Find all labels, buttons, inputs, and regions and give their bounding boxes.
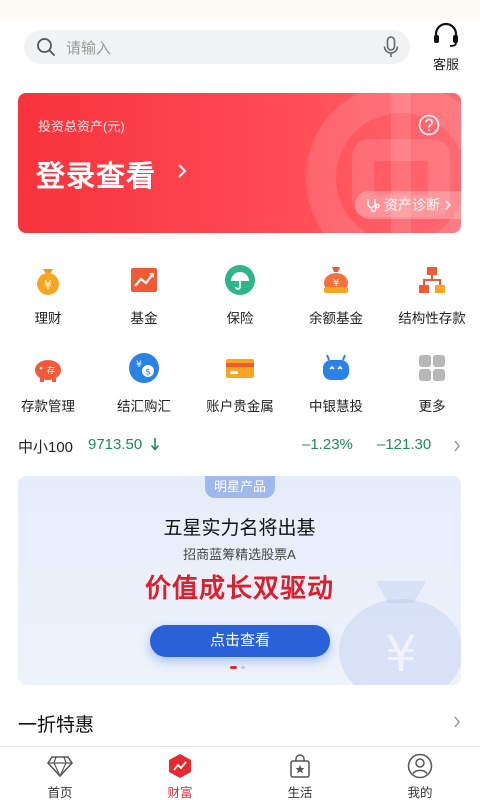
wealth-icon <box>169 754 191 778</box>
money-bag-icon: ¥ <box>37 269 59 295</box>
tab-home[interactable]: 首页 <box>0 747 120 800</box>
trend-chart-icon <box>131 268 157 292</box>
service-grid-row: 存 存款管理 ¥ $ 结汇购汇 账户贵金属 中银慧投 更多 <box>0 351 480 439</box>
grid-item-smart-investment[interactable]: 中银慧投 <box>288 351 384 439</box>
chevron-right-icon <box>178 164 187 178</box>
grid-item-insurance[interactable]: 保险 <box>192 263 288 351</box>
grid-item-label: 结汇购汇 <box>117 399 171 414</box>
index-change-value: –121.30 <box>377 436 432 453</box>
grid-item-label: 中银慧投 <box>309 399 363 414</box>
coin-bag-icon: ¥ <box>324 267 348 293</box>
index-value: 9713.50 <box>88 436 143 453</box>
banner-headline: 价值成长双驱动 <box>144 573 334 603</box>
user-icon <box>407 753 433 779</box>
grid-item-currency-exchange[interactable]: ¥ $ 结汇购汇 <box>96 351 192 439</box>
asset-card[interactable]: 投资总资产(元) 登录查看 资产诊断 <box>18 93 461 233</box>
carousel-indicator <box>230 666 250 670</box>
svg-text:¥: ¥ <box>136 360 142 370</box>
grid-item-precious-metals[interactable]: 账户贵金属 <box>192 351 288 439</box>
grid-item-label: 保险 <box>226 311 254 326</box>
tab-mine[interactable]: 我的 <box>360 747 480 800</box>
grid-item-label: 存款管理 <box>21 399 75 414</box>
svg-text:¥: ¥ <box>44 278 52 292</box>
tab-label: 首页 <box>47 786 73 800</box>
grid-item-structured-deposit[interactable]: 结构性存款 <box>384 263 480 351</box>
view-now-button[interactable]: 点击查看 <box>150 625 330 657</box>
stethoscope-icon <box>367 199 380 213</box>
grid-item-label: 基金 <box>130 311 158 326</box>
grid-item-more[interactable]: 更多 <box>384 351 480 439</box>
chevron-right-icon <box>454 440 460 452</box>
umbrella-icon <box>225 265 255 295</box>
svg-text:¥: ¥ <box>385 625 417 683</box>
currency-exchange-icon: ¥ $ <box>129 353 159 383</box>
diamond-icon <box>47 756 73 778</box>
search-placeholder: 请输入 <box>66 39 112 57</box>
index-name: 中小100 <box>18 439 74 456</box>
service-grid: ¥ 理财 基金 保险 ¥ 余额基金 结构性存款 存 存款管理 ¥ $ 结汇购汇 … <box>0 263 480 439</box>
asset-card-subtitle: 投资总资产(元) <box>38 119 125 134</box>
bottom-tab-bar: 首页 财富 生活 我的 <box>0 746 480 800</box>
tab-life[interactable]: 生活 <box>240 747 360 800</box>
tab-wealth[interactable]: 财富 <box>120 747 240 800</box>
grid-item-wealth-management[interactable]: ¥ 理财 <box>0 263 96 351</box>
status-strip <box>0 0 480 20</box>
chevron-right-icon <box>454 716 460 728</box>
arrow-down-icon <box>150 438 160 451</box>
svg-text:$: $ <box>145 368 151 378</box>
svg-text:存: 存 <box>47 365 55 375</box>
featured-product-banner[interactable]: ¥ 明星产品 五星实力名将出基 招商蓝筹精选股票A 价值成长双驱动 点击查看 <box>18 476 461 685</box>
grid-item-label: 结构性存款 <box>398 311 466 326</box>
search-input[interactable]: 请输入 <box>24 30 410 64</box>
grid-item-label: 账户贵金属 <box>206 399 274 414</box>
banner-subtitle: 招商蓝筹精选股票A <box>183 547 296 562</box>
grid-item-label: 余额基金 <box>309 311 363 326</box>
chevron-right-icon <box>445 200 452 210</box>
robot-icon <box>323 354 349 380</box>
microphone-icon[interactable] <box>382 36 400 58</box>
grid-item-fund[interactable]: 基金 <box>96 263 192 351</box>
tab-label: 财富 <box>167 786 193 800</box>
search-icon <box>37 38 55 56</box>
carousel-dot-active <box>230 666 237 669</box>
customer-service-button[interactable]: 客服 <box>426 22 466 73</box>
customer-service-label: 客服 <box>432 57 459 72</box>
grid-item-deposit-management[interactable]: 存 存款管理 <box>0 351 96 439</box>
gold-bar-icon <box>226 359 254 378</box>
discount-section-header[interactable]: 一折特惠 <box>0 708 480 738</box>
top-bar: 请输入 客服 <box>0 20 480 80</box>
index-change-percent: –1.23% <box>302 436 353 453</box>
service-grid-row: ¥ 理财 基金 保险 ¥ 余额基金 结构性存款 <box>0 263 480 351</box>
help-icon[interactable] <box>418 114 440 136</box>
asset-diagnosis-label: 资产诊断 <box>384 197 440 213</box>
asset-diagnosis-button[interactable]: 资产诊断 <box>355 191 461 219</box>
tab-label: 我的 <box>407 786 433 800</box>
svg-text:¥: ¥ <box>333 278 339 289</box>
piggy-bank-icon: 存 <box>35 360 61 382</box>
grid-item-label: 更多 <box>418 399 446 414</box>
banner-title: 五星实力名将出基 <box>163 518 316 539</box>
login-view-button[interactable]: 登录查看 <box>36 153 156 195</box>
carousel-dot <box>241 666 245 669</box>
more-grid-icon <box>419 355 445 381</box>
tab-label: 生活 <box>287 786 313 800</box>
index-ticker[interactable]: 中小100 9713.50 –1.23% –121.30 <box>0 432 480 458</box>
section-title: 一折特惠 <box>18 715 95 736</box>
featured-tag: 明星产品 <box>205 476 275 498</box>
shopping-bag-icon <box>290 754 310 778</box>
grid-item-label: 理财 <box>34 311 62 326</box>
structure-icon <box>419 267 445 293</box>
headset-icon <box>434 22 458 47</box>
grid-item-balance-fund[interactable]: ¥ 余额基金 <box>288 263 384 351</box>
